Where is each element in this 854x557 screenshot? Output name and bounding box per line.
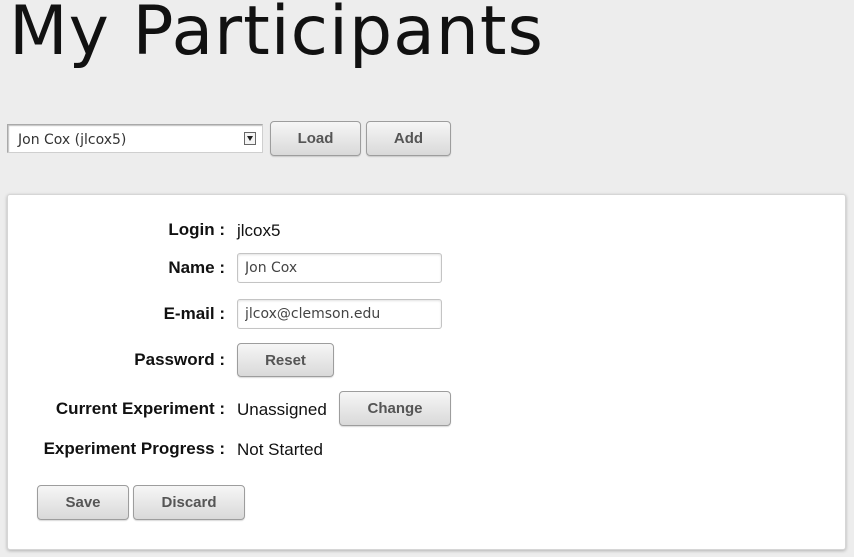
- email-label: E-mail :: [163, 304, 225, 323]
- password-label: Password :: [134, 350, 225, 369]
- experiment-progress-label: Experiment Progress :: [43, 439, 225, 458]
- add-button[interactable]: Add: [366, 121, 451, 156]
- name-label: Name :: [168, 258, 225, 277]
- save-button[interactable]: Save: [37, 485, 129, 520]
- experiment-progress-value: Not Started: [237, 440, 323, 459]
- discard-button[interactable]: Discard: [133, 485, 245, 520]
- participant-select[interactable]: Jon Cox (jlcox5): [7, 124, 263, 153]
- reset-password-button[interactable]: Reset: [237, 343, 334, 377]
- load-button[interactable]: Load: [270, 121, 361, 156]
- current-experiment-value: Unassigned: [237, 400, 327, 419]
- participant-details-panel: Login : jlcox5 Name : E-mail : Password …: [7, 194, 846, 550]
- login-label: Login :: [168, 220, 225, 239]
- email-field[interactable]: [237, 299, 442, 329]
- chevron-down-icon[interactable]: [244, 132, 256, 145]
- name-field[interactable]: [237, 253, 442, 283]
- participant-select-value: Jon Cox (jlcox5): [18, 132, 127, 148]
- current-experiment-label: Current Experiment :: [55, 399, 225, 418]
- change-experiment-button[interactable]: Change: [339, 391, 451, 426]
- login-value: jlcox5: [237, 221, 281, 240]
- page-title: My Participants: [9, 0, 544, 71]
